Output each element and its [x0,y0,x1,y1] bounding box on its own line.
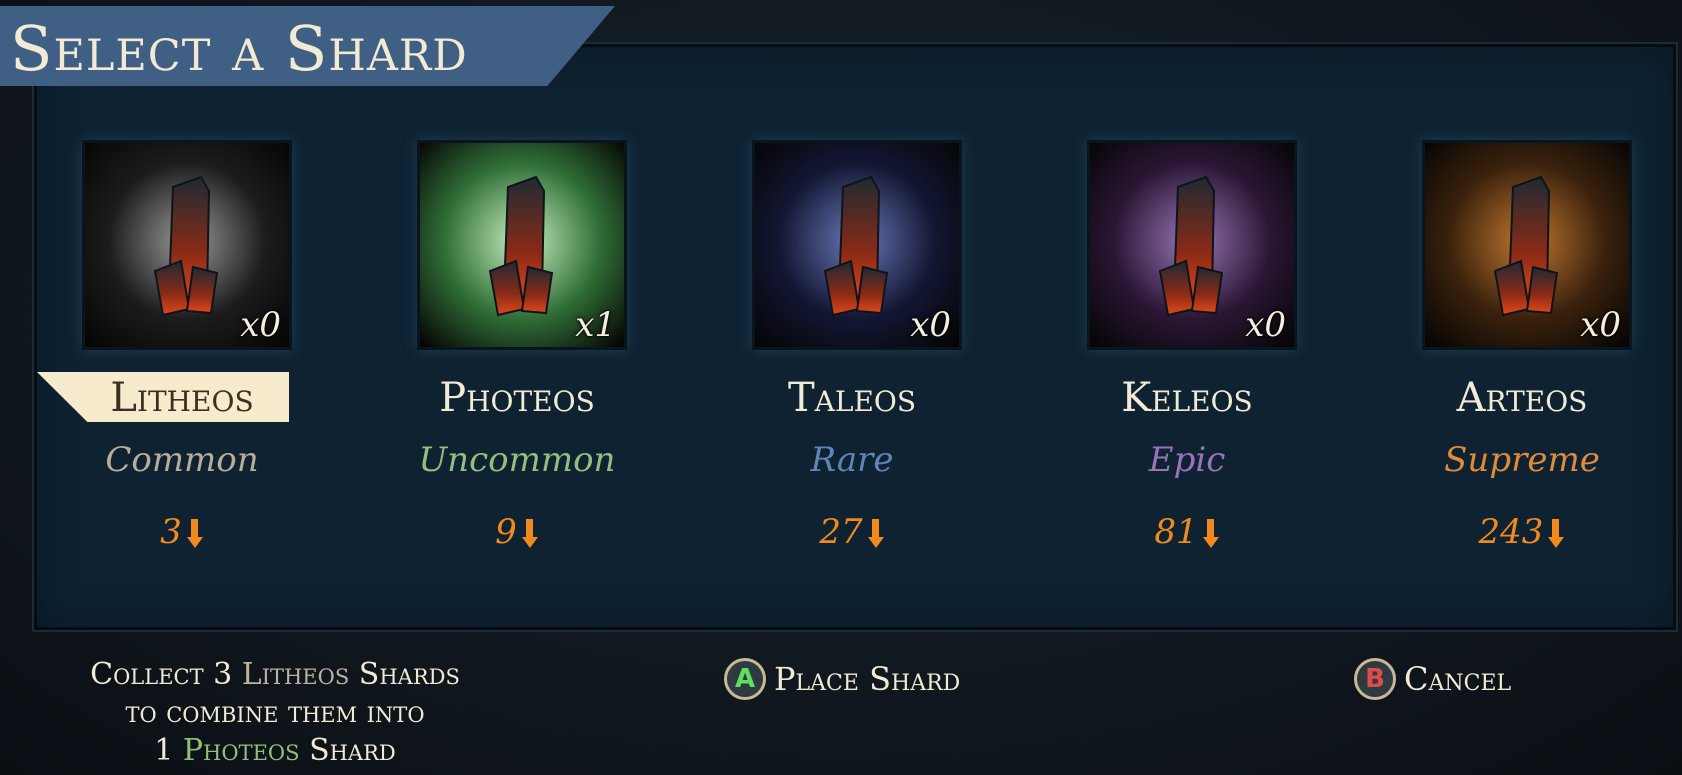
combine-hint-line-2: to combine them into [125,695,425,730]
shard-owned-count: x0 [910,305,951,345]
shard-name-wrap: Taleos [712,372,992,424]
page-title: Select a Shard [10,12,468,85]
shard-thumbnail[interactable]: x1 [417,140,627,350]
combine-hint: Collect 3 Litheos Shards to combine them… [50,656,500,770]
a-button-icon: A [724,658,766,700]
hint-target-shard: Photeos [182,733,300,768]
shard-cost: 243 [1382,512,1662,558]
shard-name: Photeos [439,375,595,421]
shard-cost: 81 [1047,512,1327,558]
orange-shard-arrow-icon [1202,517,1220,558]
shard-cost: 27 [712,512,992,558]
orange-shard-arrow-icon [521,517,539,558]
shard-name: Taleos [787,375,917,421]
shard-thumbnail[interactable]: x0 [1422,140,1632,350]
shard-rarity: Epic [1148,440,1226,480]
combine-hint-line-3: 1 Photeos Shard [154,733,396,768]
shard-name-wrap: Keleos [1047,372,1327,424]
cancel-label: Cancel [1404,660,1512,698]
place-shard-button[interactable]: A Place Shard [724,656,960,702]
orange-shard-arrow-icon [1547,517,1565,558]
shard-thumbnail[interactable]: x0 [82,140,292,350]
shard-owned-count: x0 [240,305,281,345]
shard-name: Arteos [1456,375,1588,421]
shard-owned-count: x0 [1245,305,1286,345]
combine-hint-line-1: Collect 3 Litheos Shards [90,657,460,692]
shard-name: Litheos [110,375,254,421]
shard-name-wrap: Litheos [37,372,322,424]
shard-name: Keleos [1121,375,1253,421]
shard-thumbnail[interactable]: x0 [752,140,962,350]
shard-owned-count: x0 [1580,305,1621,345]
shard-cost-value: 27 [819,512,863,552]
shard-name-wrap: Photeos [377,372,657,424]
hint-source-shard: Litheos [241,657,350,692]
orange-shard-arrow-icon [186,517,204,558]
place-shard-label: Place Shard [774,660,961,698]
shard-cost-value: 81 [1154,512,1198,552]
shard-cost-value: 9 [495,512,517,552]
shard-rarity: Rare [810,440,894,480]
shard-cost-value: 3 [160,512,182,552]
shard-rarity: Uncommon [418,440,616,480]
b-button-icon: B [1354,658,1396,700]
shard-owned-count: x1 [575,305,616,345]
cancel-button[interactable]: B Cancel [1354,656,1511,702]
shard-cost-value: 243 [1478,512,1544,552]
shard-cost: 3 [42,512,322,558]
shard-rarity: Supreme [1444,440,1600,480]
shard-name-wrap: Arteos [1382,372,1662,424]
title-banner: Select a Shard [0,6,615,86]
shard-rarity: Common [105,440,259,480]
shard-thumbnail[interactable]: x0 [1087,140,1297,350]
orange-shard-arrow-icon [867,517,885,558]
shard-cost: 9 [377,512,657,558]
